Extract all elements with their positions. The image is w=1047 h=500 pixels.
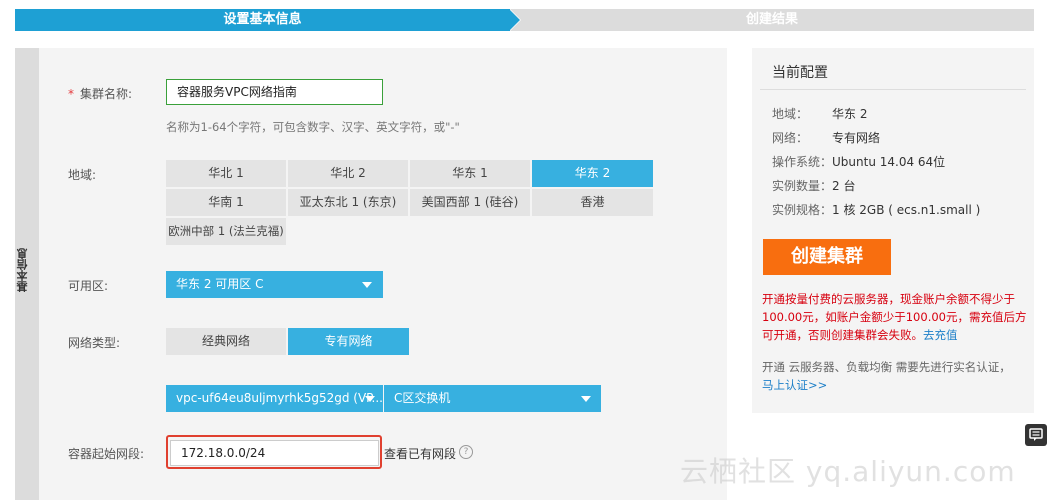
cluster-name-input[interactable]: 容器服务VPC网络指南 (166, 79, 383, 105)
verification-note: 开通 云服务器、负载均衡 需要先进行实名认证， 马上认证>> (762, 358, 1030, 394)
vswitch-dropdown-value: C区交换机 (394, 391, 451, 405)
cluster-name-hint: 名称为1-64个字符，可包含数字、汉字、英文字符，或"-" (166, 120, 460, 134)
step-basic-info: 设置基本信息 (15, 9, 510, 31)
create-cluster-button[interactable]: 创建集群 (763, 239, 891, 275)
chevron-down-icon (365, 396, 375, 402)
region-label: 地域: (68, 168, 97, 182)
region-option-selected[interactable]: 华东 2 (532, 160, 653, 187)
view-existing-cidr-link[interactable]: 查看已有网段 (384, 445, 456, 462)
zone-dropdown[interactable]: 华东 2 可用区 C (166, 271, 383, 298)
step-create-result: 创建结果 (510, 9, 1034, 31)
balance-warning-text: 开通按量付费的云服务器，现金账户余额不得少于100.00元，如账户金额少于100… (762, 292, 1027, 342)
chevron-down-icon (362, 282, 372, 288)
region-option[interactable]: 华北 2 (288, 160, 408, 187)
config-title: 当前配置 (772, 65, 828, 81)
verification-note-text: 开通 云服务器、负载均衡 需要先进行实名认证， (762, 360, 1011, 374)
config-value: 专有网络 (832, 131, 881, 145)
divider (760, 89, 1026, 90)
region-option[interactable]: 亚太东北 1 (东京) (288, 189, 408, 216)
config-key: 实例数量： (772, 179, 833, 193)
config-value: 华东 2 (832, 107, 868, 121)
cluster-name-label: * 集群名称: (68, 85, 132, 102)
required-mark: * (68, 87, 74, 101)
help-icon[interactable]: ? (459, 445, 473, 459)
region-option[interactable]: 华北 1 (166, 160, 286, 187)
region-option[interactable]: 香港 (532, 189, 653, 216)
zone-dropdown-value: 华东 2 可用区 C (176, 277, 264, 291)
config-value: 1 核 2GB ( ecs.n1.small ) (832, 203, 981, 217)
config-key: 地域： (772, 107, 809, 121)
zone-label: 可用区: (68, 279, 109, 293)
chat-bubble-icon (1029, 428, 1043, 441)
cluster-name-label-text: 集群名称: (80, 87, 133, 101)
region-option[interactable]: 美国西部 1 (硅谷) (410, 189, 530, 216)
config-key: 实例规格： (772, 203, 833, 217)
container-cidr-label: 容器起始网段: (68, 447, 145, 461)
recharge-link[interactable]: 去充值 (923, 328, 958, 342)
region-option[interactable]: 华南 1 (166, 189, 286, 216)
config-key: 网络： (772, 131, 809, 145)
watermark: 云栖社区 yq.aliyun.com (680, 455, 1016, 488)
config-value: Ubuntu 14.04 64位 (832, 155, 946, 169)
config-value: 2 台 (832, 179, 856, 193)
region-option[interactable]: 欧洲中部 1 (法兰克福) (166, 218, 286, 245)
vswitch-dropdown[interactable]: C区交换机 (384, 385, 601, 412)
region-option[interactable]: 华东 1 (410, 160, 530, 187)
verify-now-link[interactable]: 马上认证>> (762, 378, 827, 392)
network-type-option[interactable]: 经典网络 (166, 328, 286, 355)
network-type-option-selected[interactable]: 专有网络 (288, 328, 409, 355)
config-key: 操作系统： (772, 155, 833, 169)
highlight-box (166, 435, 382, 469)
vpc-dropdown-value: vpc-uf64eu8uljmyrhk5g52gd (VP... (176, 391, 383, 405)
chevron-down-icon (581, 396, 591, 402)
network-type-label: 网络类型: (68, 336, 121, 350)
chat-icon[interactable] (1025, 424, 1047, 446)
form-panel (39, 48, 727, 500)
side-tab-label: 基本信息 (16, 248, 29, 292)
balance-warning: 开通按量付费的云服务器，现金账户余额不得少于100.00元，如账户金额少于100… (762, 290, 1030, 344)
vpc-dropdown[interactable]: vpc-uf64eu8uljmyrhk5g52gd (VP... (166, 385, 383, 412)
